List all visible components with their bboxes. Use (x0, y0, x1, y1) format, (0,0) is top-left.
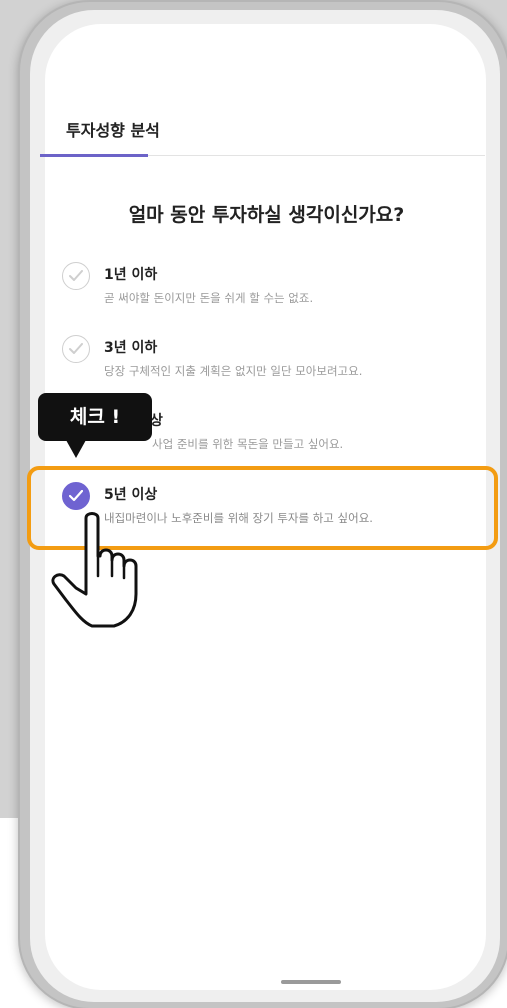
hand-pointer-icon (48, 510, 148, 634)
home-indicator (281, 980, 341, 984)
radio-check-icon[interactable] (62, 335, 90, 363)
tab-active-indicator (40, 154, 148, 157)
page-title: 투자성향 분석 (66, 121, 160, 140)
option-description: 당장 구체적인 지출 계획은 없지만 일단 모아보려고요. (104, 364, 363, 378)
option-title: 3년 이하 (104, 340, 158, 356)
option-description: 사업 준비를 위한 목돈을 만들고 싶어요. (152, 437, 344, 451)
radio-check-icon[interactable] (62, 262, 90, 290)
tooltip-tail (66, 440, 86, 458)
question-title: 얼마 동안 투자하실 생각이신가요? (128, 204, 405, 226)
option-title: 1년 이하 (104, 267, 158, 283)
tooltip-bubble: 체크 ! (38, 393, 152, 441)
option-description: 곧 써야할 돈이지만 돈을 쉬게 할 수는 없죠. (104, 291, 314, 305)
